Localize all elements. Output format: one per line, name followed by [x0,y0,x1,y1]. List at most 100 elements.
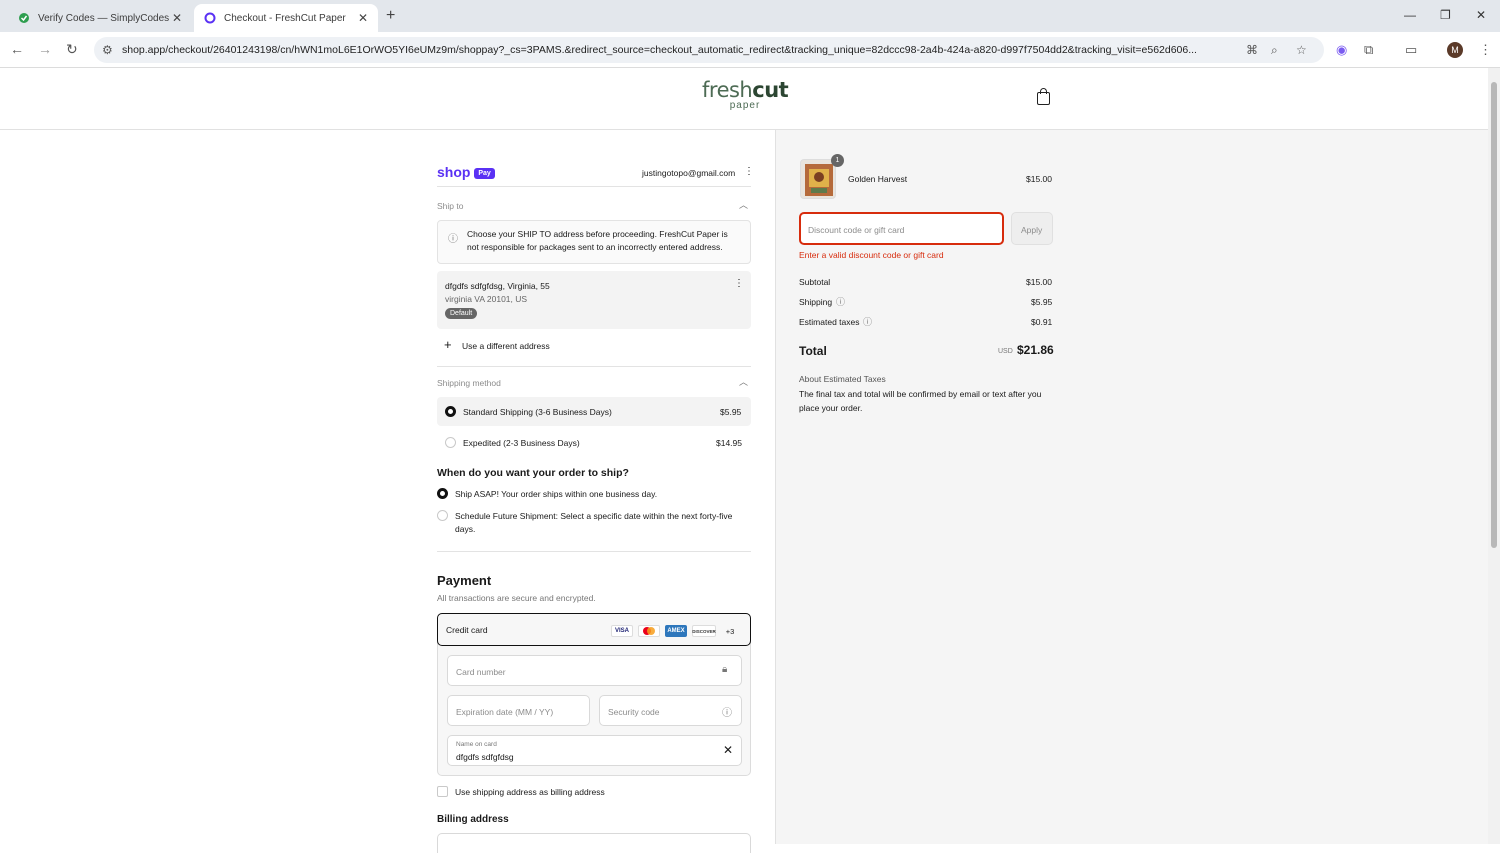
reload-icon[interactable]: ↻ [66,41,78,58]
help-circle-icon[interactable]: ⓘ [863,315,872,328]
schedule-future-label[interactable]: Schedule Future Shipment: Select a speci… [455,511,750,521]
scrollbar-thumb[interactable] [1491,82,1497,548]
taxes-value: $0.91 [1031,317,1053,327]
close-tab-icon[interactable]: ✕ [172,11,182,25]
shipping-method-label: Shipping method [437,378,501,388]
checkout-form: shop Pay justingotopo@gmail.com ⋮ Ship t… [0,130,775,853]
product-thumbnail [800,159,836,199]
account-menu-icon[interactable]: ⋮ [744,166,754,177]
logo-text-fresh: fresh [702,78,753,102]
store-header: freshcut paper [0,68,1488,130]
menu-kebab-icon[interactable]: ⋮ [1479,42,1492,58]
translate-icon[interactable]: ⌘ [1246,43,1258,57]
ship-asap-label[interactable]: Ship ASAP! Your order ships within one b… [455,489,657,499]
billing-checkbox-label[interactable]: Use shipping address as billing address [455,787,605,797]
security-placeholder: Security code [608,707,660,717]
apply-button[interactable]: Apply [1011,212,1053,245]
credit-card-label: Credit card [446,625,488,635]
name-on-card-label: Name on card [456,741,497,748]
plus-icon[interactable]: + [444,337,452,352]
amex-icon: AMEX [665,625,687,637]
shipping-option-expedited[interactable]: Expedited (2-3 Business Days) $14.95 [437,428,751,457]
page-scrollbar[interactable] [1488,68,1500,844]
extension-icon[interactable]: ◉ [1336,42,1347,58]
help-circle-icon[interactable]: ⓘ [722,704,732,719]
minimize-icon[interactable]: — [1404,8,1416,22]
billing-address-title: Billing address [437,814,509,825]
total-label: Total [799,344,827,358]
simplycodes-favicon-icon [18,12,30,24]
default-badge: Default [445,308,478,319]
discount-code-input[interactable]: Discount code or gift card [799,212,1004,245]
back-icon[interactable]: ← [10,41,24,57]
expiry-placeholder: Expiration date (MM / YY) [456,707,554,717]
shoppay-badge: Pay [474,167,495,179]
radio-schedule-future[interactable] [437,510,448,521]
profile-avatar[interactable]: M [1447,42,1463,58]
shopping-bag-icon[interactable] [1037,88,1050,105]
radio-standard[interactable] [445,406,456,417]
saved-address-card[interactable]: dfgdfs sdfgfdsg, Virginia, 55 virginia V… [437,271,751,329]
tab-checkout[interactable]: Checkout - FreshCut Paper ✕ [194,4,378,32]
tab-simplycodes[interactable]: Verify Codes — SimplyCodes ✕ [8,4,192,32]
ship-when-question: When do you want your order to ship? [437,467,629,479]
shipping-option-price: $14.95 [716,438,742,448]
shipping-value: $5.95 [1031,297,1053,307]
currency-code: USD [998,348,1013,355]
payment-subtitle: All transactions are secure and encrypte… [437,593,596,603]
credit-card-option[interactable]: Credit card VISA AMEX DISCOVER +3 [437,613,751,646]
quantity-badge: 1 [831,154,844,167]
card-number-field[interactable]: Card number 🔒︎ [447,655,742,686]
help-circle-icon[interactable]: ⓘ [836,295,845,308]
shipping-option-standard[interactable]: Standard Shipping (3-6 Business Days) $5… [437,397,751,426]
address-menu-icon[interactable]: ⋮ [734,278,744,289]
chevron-up-icon[interactable]: ︿ [739,198,748,211]
close-tab-icon[interactable]: ✕ [358,11,368,25]
restore-icon[interactable]: ❐ [1440,8,1451,22]
use-different-address-link[interactable]: Use a different address [462,341,550,351]
zoom-icon[interactable]: ⌕ [1271,43,1278,58]
expiration-date-field[interactable]: Expiration date (MM / YY) [447,695,590,726]
logo-text-cut: cut [752,78,789,102]
security-code-field[interactable]: Security code ⓘ [599,695,742,726]
info-icon: ⓘ [448,234,458,245]
side-panel-icon[interactable]: ▭ [1405,42,1417,58]
product-price: $15.00 [1026,174,1052,184]
mastercard-icon [638,625,660,637]
notice-text: Choose your SHIP TO address before proce… [467,229,728,252]
close-window-icon[interactable]: ✕ [1476,8,1486,22]
shipping-option-label: Standard Shipping (3-6 Business Days) [463,407,612,417]
lock-icon: 🔒︎ [722,664,728,675]
shoppay-logo: shop Pay [437,164,495,180]
name-on-card-field[interactable]: Name on card dfgdfs sdfgfdsg ✕ [447,735,742,766]
forward-icon[interactable]: → [38,41,52,57]
product-name: Golden Harvest [848,174,908,184]
shipping-option-label: Expedited (2-3 Business Days) [463,438,580,448]
ship-to-notice: ⓘ Choose your SHIP TO address before pro… [437,220,751,264]
chevron-up-icon[interactable]: ︿ [739,375,748,388]
tab-title: Checkout - FreshCut Paper [224,12,346,24]
bookmark-star-icon[interactable]: ☆ [1296,43,1307,57]
radio-ship-asap[interactable] [437,488,448,499]
address-bar[interactable]: ⚙ shop.app/checkout/26401243198/cn/hWN1m… [94,37,1324,63]
about-taxes-title: About Estimated Taxes [799,374,886,384]
billing-checkbox[interactable] [437,786,448,797]
divider [437,551,751,552]
freshcut-logo[interactable]: freshcut paper [702,78,789,111]
about-taxes-text: The final tax and total will be confirme… [799,389,1042,413]
url-text[interactable]: shop.app/checkout/26401243198/cn/hWN1moL… [122,44,1232,56]
billing-country-field[interactable] [437,833,751,853]
ship-to-label: Ship to [437,201,464,211]
new-tab-icon[interactable]: + [386,7,395,25]
extensions-puzzle-icon[interactable]: ⧉ [1364,42,1373,58]
name-on-card-value[interactable]: dfgdfs sdfgfdsg [456,752,514,762]
site-info-icon[interactable]: ⚙ [102,43,113,57]
more-brands: +3 [725,626,735,636]
subtotal-value: $15.00 [1026,277,1052,287]
discount-placeholder: Discount code or gift card [808,225,905,235]
order-summary: 1 Golden Harvest $15.00 Discount code or… [775,130,1488,844]
discover-icon: DISCOVER [692,625,716,637]
total-value: $21.86 [1017,343,1054,357]
radio-expedited[interactable] [445,437,456,448]
clear-icon[interactable]: ✕ [723,743,733,757]
